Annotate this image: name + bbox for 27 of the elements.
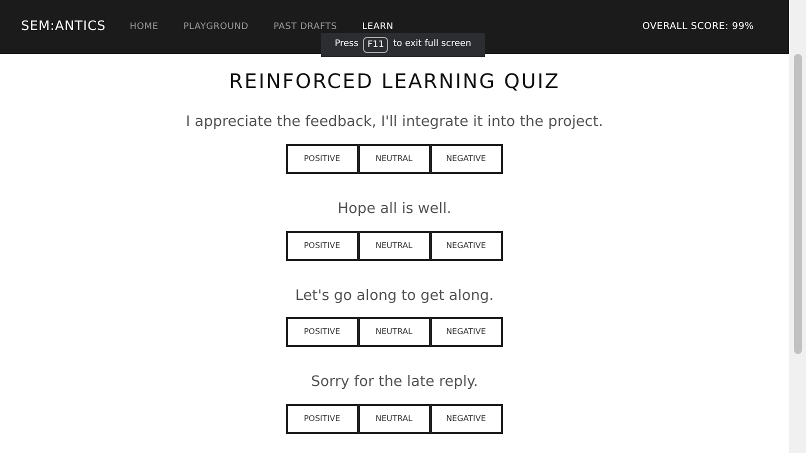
answer-button[interactable]: POSITIVE: [286, 144, 358, 174]
notice-text: Press: [334, 38, 358, 52]
answer-button[interactable]: POSITIVE: [286, 230, 358, 260]
answer-button[interactable]: POSITIVE: [286, 317, 358, 348]
key-label: F11: [363, 37, 388, 53]
nav-link[interactable]: PLAYGROUND: [183, 22, 248, 32]
overall-score: OVERALL SCORE: 99%: [642, 20, 754, 34]
quiz-sentence: Let's go along to get along.: [295, 286, 494, 306]
answer-button[interactable]: NEGATIVE: [430, 230, 502, 260]
logo[interactable]: SEM:ANTICS: [21, 17, 106, 37]
nav-link[interactable]: PAST DRAFTS: [273, 22, 338, 32]
nav-link[interactable]: LEARN: [362, 22, 394, 32]
answer-button[interactable]: NEGATIVE: [430, 404, 502, 434]
answer-button[interactable]: NEGATIVE: [430, 144, 502, 174]
nav-link[interactable]: HOME: [130, 22, 158, 32]
quiz-sentence: Hope all is well.: [338, 200, 452, 219]
answer-button[interactable]: NEGATIVE: [430, 317, 502, 348]
answer-button[interactable]: POSITIVE: [286, 404, 358, 434]
quiz-sentence: I appreciate the feedback, I'll integrate it into the project.: [186, 113, 604, 132]
answer-button[interactable]: NEUTRAL: [358, 144, 430, 174]
answer-button[interactable]: NEUTRAL: [358, 404, 430, 434]
quiz-sentence: Sorry for the late reply.: [311, 373, 478, 392]
answer-button[interactable]: NEUTRAL: [358, 317, 430, 348]
notice-text: to exit full screen: [393, 38, 472, 52]
quiz-title: REINFORCED LEARNING QUIZ: [229, 68, 560, 95]
answer-button[interactable]: NEUTRAL: [358, 230, 430, 260]
scrollbar[interactable]: [789, 0, 806, 453]
